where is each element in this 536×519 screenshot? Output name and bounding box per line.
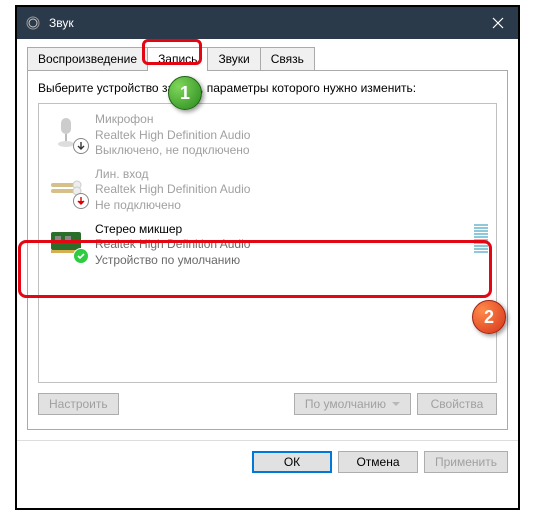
tab-strip: Воспроизведение Запись Звуки Связь xyxy=(27,47,508,71)
tab-panel: Выберите устройство записи, параметры ко… xyxy=(27,71,508,430)
tab-communications[interactable]: Связь xyxy=(260,47,315,70)
instruction-text: Выберите устройство записи, параметры ко… xyxy=(38,81,497,95)
device-name: Лин. вход xyxy=(95,167,488,183)
level-meter xyxy=(474,224,488,253)
device-info: Лин. вход Realtek High Definition Audio … xyxy=(95,167,488,214)
apply-button[interactable]: Применить xyxy=(424,451,508,473)
check-badge xyxy=(73,248,89,264)
soundcard-icon xyxy=(47,222,87,262)
close-icon xyxy=(492,17,504,29)
annotation-badge-2: 2 xyxy=(472,300,506,334)
panel-button-row: Настроить По умолчанию Свойства xyxy=(38,393,497,415)
sound-dialog: Звук Воспроизведение Запись Звуки Связь … xyxy=(15,5,520,510)
device-info: Микрофон Realtek High Definition Audio В… xyxy=(95,112,488,159)
microphone-icon xyxy=(47,112,87,152)
sound-icon xyxy=(25,15,41,31)
cancel-button[interactable]: Отмена xyxy=(338,451,418,473)
dialog-body: Воспроизведение Запись Звуки Связь Выбер… xyxy=(17,39,518,440)
set-default-button[interactable]: По умолчанию xyxy=(294,393,411,415)
configure-button[interactable]: Настроить xyxy=(38,393,119,415)
device-info: Стерео микшер Realtek High Definition Au… xyxy=(95,222,466,269)
device-driver: Realtek High Definition Audio xyxy=(95,128,488,144)
device-driver: Realtek High Definition Audio xyxy=(95,237,466,253)
annotation-badge-1: 1 xyxy=(168,76,202,110)
properties-button[interactable]: Свойства xyxy=(417,393,497,415)
tab-recording[interactable]: Запись xyxy=(147,47,208,70)
down-arrow-badge xyxy=(73,138,89,154)
device-status: Выключено, не подключено xyxy=(95,143,488,159)
ok-button[interactable]: ОК xyxy=(252,451,332,473)
device-status: Не подключено xyxy=(95,198,488,214)
device-name: Стерео микшер xyxy=(95,222,466,238)
device-name: Микрофон xyxy=(95,112,488,128)
device-stereo-mix[interactable]: Стерео микшер Realtek High Definition Au… xyxy=(39,218,496,273)
device-line-in[interactable]: Лин. вход Realtek High Definition Audio … xyxy=(39,163,496,218)
down-arrow-badge xyxy=(73,193,89,209)
window-title: Звук xyxy=(49,16,478,30)
dialog-button-row: ОК Отмена Применить xyxy=(17,440,518,483)
device-list: Микрофон Realtek High Definition Audio В… xyxy=(38,103,497,383)
device-driver: Realtek High Definition Audio xyxy=(95,182,488,198)
device-status: Устройство по умолчанию xyxy=(95,253,466,269)
tab-playback[interactable]: Воспроизведение xyxy=(27,47,148,70)
line-in-icon xyxy=(47,167,87,207)
titlebar: Звук xyxy=(17,7,518,39)
tab-sounds[interactable]: Звуки xyxy=(207,47,260,70)
close-button[interactable] xyxy=(478,7,518,39)
device-microphone[interactable]: Микрофон Realtek High Definition Audio В… xyxy=(39,108,496,163)
